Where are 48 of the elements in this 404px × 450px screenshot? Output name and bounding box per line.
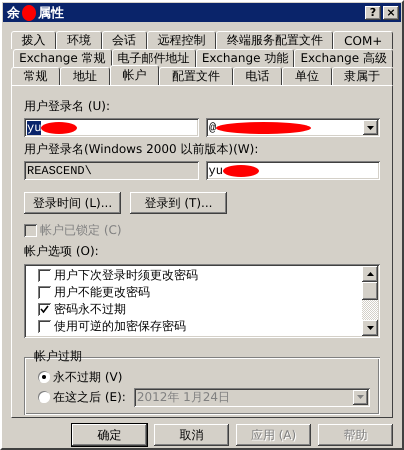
- tab[interactable]: 配置文件: [159, 67, 233, 85]
- up-arrow-icon: [366, 272, 374, 276]
- field-value: @: [209, 120, 216, 134]
- input-field[interactable]: yu: [24, 118, 199, 137]
- option-checkbox[interactable]: 用户下次登录时须更改密码: [38, 267, 350, 284]
- option-checkbox[interactable]: 使用可逆的加密保存密码: [38, 318, 350, 335]
- logon-button[interactable]: 登录到 (T)...: [130, 192, 227, 214]
- tab[interactable]: 隶属于: [332, 67, 393, 85]
- tab[interactable]: Exchange 功能: [196, 49, 294, 67]
- window-title: 属性: [38, 4, 64, 22]
- field-label: 用户登录名 (U):: [24, 98, 112, 115]
- expiry-radio[interactable]: 永不过期 (V): [38, 368, 122, 386]
- field-value: yu: [208, 164, 223, 178]
- tab[interactable]: 地址: [60, 67, 110, 85]
- logon-button[interactable]: 登录时间 (L)...: [24, 192, 121, 214]
- tab[interactable]: 终端服务配置文件: [216, 31, 334, 49]
- tab[interactable]: 环境: [56, 31, 102, 49]
- tab[interactable]: 远程控制: [146, 31, 216, 49]
- dialog-button[interactable]: 取消: [154, 424, 229, 446]
- help-button[interactable]: ?: [365, 6, 381, 20]
- tab[interactable]: 常规: [11, 67, 60, 85]
- tab[interactable]: 帐户: [110, 65, 160, 85]
- tab[interactable]: 单位: [282, 67, 332, 85]
- down-arrow-icon: [366, 326, 374, 330]
- option-checkbox[interactable]: 密码永不过期: [38, 301, 350, 318]
- field-value: yu: [27, 120, 42, 134]
- input-field[interactable]: yu: [206, 161, 380, 180]
- tab[interactable]: 拨入: [11, 31, 56, 49]
- field-label: 帐户选项 (O):: [24, 243, 100, 260]
- expiry-radio[interactable]: 在这之后 (E):: [38, 388, 126, 406]
- scrollbar[interactable]: [362, 266, 378, 336]
- tab[interactable]: 会话: [102, 31, 147, 49]
- scroll-down-button[interactable]: [362, 320, 378, 336]
- dialog-button[interactable]: 确定: [72, 424, 147, 446]
- window-title: 余: [7, 4, 20, 22]
- option-checkbox[interactable]: 用户不能更改密码: [38, 284, 350, 301]
- group-title: 帐户过期: [33, 348, 83, 365]
- tab[interactable]: Exchange 高级: [294, 49, 393, 67]
- tab[interactable]: COM+: [333, 31, 394, 49]
- field-label: 用户登录名(Windows 2000 以前版本)(W):: [24, 141, 260, 158]
- tab[interactable]: 电子邮件地址: [112, 49, 196, 67]
- tab[interactable]: 电话: [232, 67, 282, 85]
- domain-dropdown[interactable]: @: [206, 118, 380, 137]
- check-icon: [40, 305, 49, 314]
- scroll-up-button[interactable]: [362, 266, 378, 282]
- field-value: REASCEND\: [27, 164, 92, 178]
- close-button[interactable]: ×: [383, 6, 399, 20]
- tab[interactable]: Exchange 常规: [13, 49, 112, 67]
